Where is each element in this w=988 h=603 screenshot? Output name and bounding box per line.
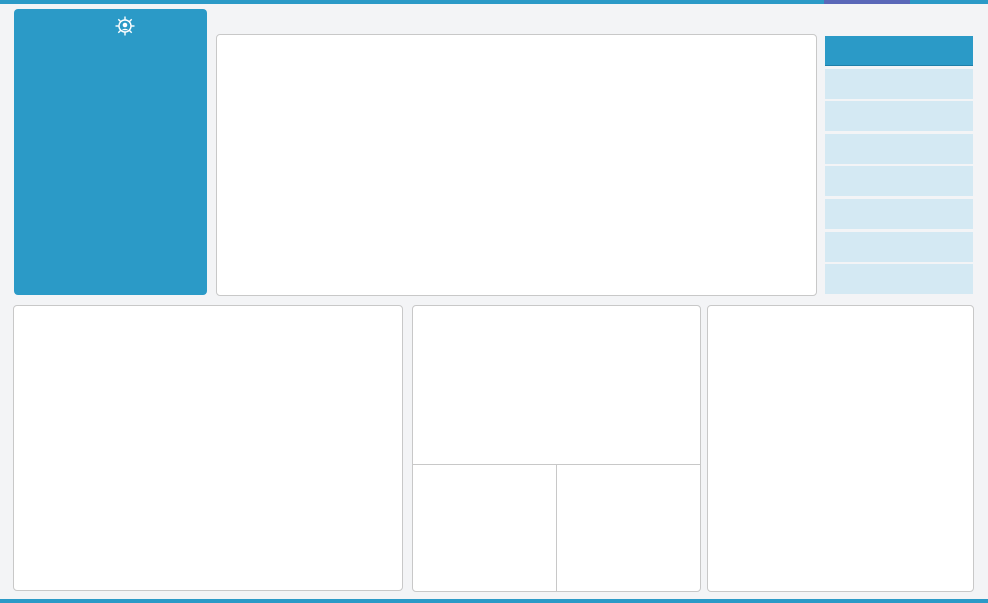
- gear-icon[interactable]: [113, 15, 137, 37]
- bottom-left-panel: [13, 305, 403, 591]
- side-menu: [825, 36, 973, 297]
- bottom-accent-bar: [0, 599, 988, 603]
- bottom-middle-panel: [412, 305, 701, 592]
- bottom-middle-left-cell: [413, 465, 557, 591]
- side-menu-item-5[interactable]: [825, 166, 973, 197]
- top-bar-highlight: [824, 0, 910, 4]
- bottom-right-panel: [707, 305, 974, 592]
- side-menu-item-3[interactable]: [825, 101, 973, 132]
- side-menu-item-1[interactable]: [825, 36, 973, 66]
- profile-panel: [14, 9, 207, 295]
- side-menu-item-6[interactable]: [825, 198, 973, 229]
- main-content-panel: [216, 34, 817, 296]
- bottom-middle-right-cell: [557, 465, 700, 591]
- side-menu-item-2[interactable]: [825, 68, 973, 99]
- bottom-middle-top-cell: [413, 306, 700, 465]
- side-menu-item-7[interactable]: [825, 231, 973, 262]
- side-menu-item-4[interactable]: [825, 133, 973, 164]
- side-menu-item-8[interactable]: [825, 264, 973, 295]
